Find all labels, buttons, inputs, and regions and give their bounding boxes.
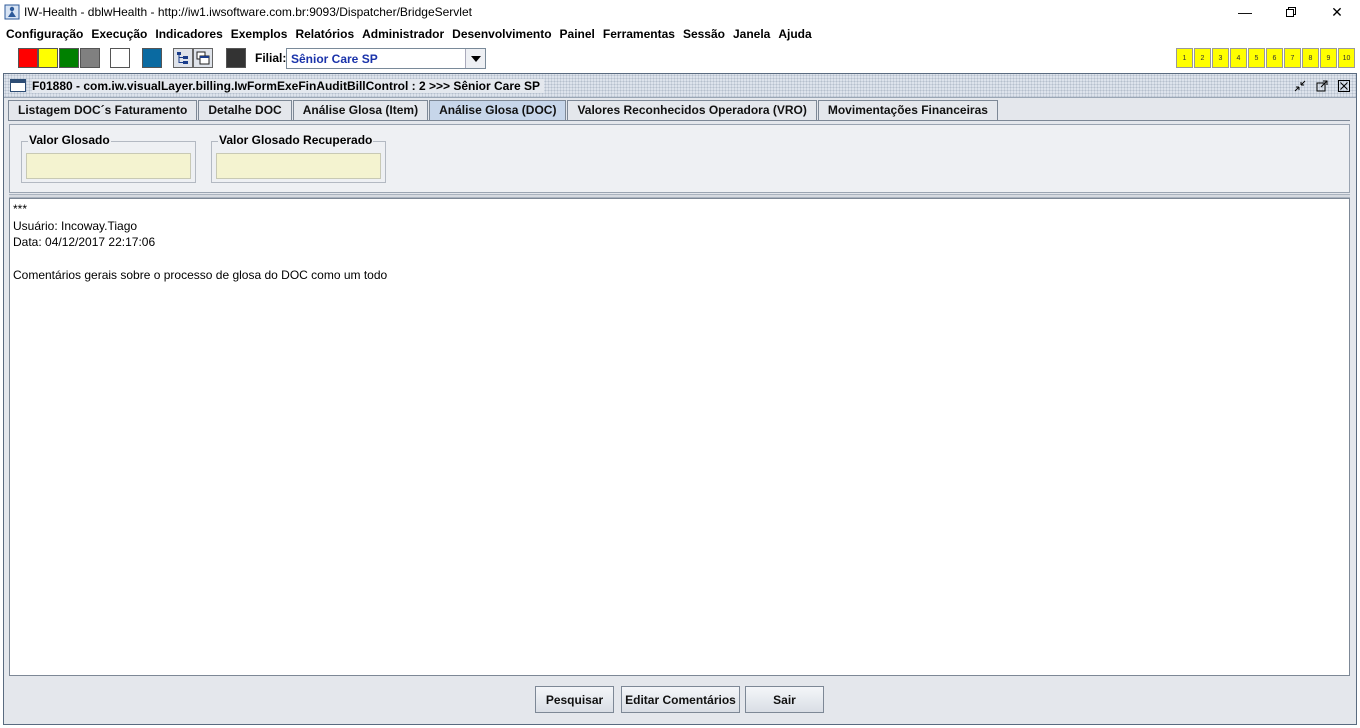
tab-divider: [8, 120, 1350, 121]
numbered-button-8[interactable]: 8: [1302, 48, 1319, 68]
close-icon[interactable]: ✕: [1314, 0, 1360, 24]
numbered-button-2[interactable]: 2: [1194, 48, 1211, 68]
valor-glosado-label: Valor Glosado: [28, 133, 111, 147]
menu-janela[interactable]: Janela: [729, 24, 774, 44]
tab-bar: Listagem DOC´s Faturamento Detalhe DOC A…: [8, 100, 999, 120]
comment-line: ***: [13, 202, 28, 216]
numbered-button-3[interactable]: 3: [1212, 48, 1229, 68]
cascade-windows-icon[interactable]: [193, 48, 213, 68]
maximize-frame-icon[interactable]: [1314, 78, 1330, 94]
valor-glosado-recuperado-label: Valor Glosado Recuperado: [218, 133, 374, 147]
pesquisar-button[interactable]: Pesquisar: [535, 686, 614, 713]
menu-configuracao[interactable]: Configuração: [2, 24, 87, 44]
tab-analise-glosa-doc[interactable]: Análise Glosa (DOC): [429, 100, 567, 120]
filial-dropdown[interactable]: Sênior Care SP: [286, 48, 486, 69]
filial-selected-value: Sênior Care SP: [291, 51, 378, 66]
menu-exemplos[interactable]: Exemplos: [227, 24, 292, 44]
menu-bar: Configuração Execução Indicadores Exempl…: [0, 24, 1360, 44]
window-title: IW-Health - dblwHealth - http://iw1.iwso…: [24, 5, 472, 19]
values-panel: Valor Glosado Valor Glosado Recuperado: [9, 124, 1350, 193]
menu-sessao[interactable]: Sessão: [679, 24, 729, 44]
tab-detalhe-doc[interactable]: Detalhe DOC: [198, 100, 292, 120]
minimize-icon[interactable]: —: [1222, 0, 1268, 24]
numbered-button-9[interactable]: 9: [1320, 48, 1337, 68]
menu-ajuda[interactable]: Ajuda: [774, 24, 815, 44]
toolbar: Filial: Sênior Care SP 1 2 3 4 5 6 7 8 9…: [0, 45, 1360, 71]
menu-ferramentas[interactable]: Ferramentas: [599, 24, 679, 44]
filial-label: Filial:: [255, 51, 287, 65]
restore-icon[interactable]: [1268, 0, 1314, 24]
menu-relatorios[interactable]: Relatórios: [291, 24, 358, 44]
tab-listagem-docs[interactable]: Listagem DOC´s Faturamento: [8, 100, 198, 120]
window-title-bar: IW-Health - dblwHealth - http://iw1.iwso…: [0, 0, 1360, 24]
green-swatch-button[interactable]: [59, 48, 79, 68]
valor-glosado-recuperado-field[interactable]: [216, 153, 381, 179]
valor-glosado-group: Valor Glosado: [21, 133, 196, 183]
menu-execucao[interactable]: Execução: [87, 24, 151, 44]
valor-glosado-field[interactable]: [26, 153, 191, 179]
comment-blank-line: ​: [13, 251, 1346, 268]
comment-date-line: Data: 04/12/2017 22:17:06: [13, 235, 156, 249]
minimize-frame-icon[interactable]: [1292, 78, 1308, 94]
menu-desenvolvimento[interactable]: Desenvolvimento: [448, 24, 555, 44]
numbered-button-1[interactable]: 1: [1176, 48, 1193, 68]
sair-button[interactable]: Sair: [745, 686, 824, 713]
gray-swatch-button[interactable]: [80, 48, 100, 68]
numbered-button-6[interactable]: 6: [1266, 48, 1283, 68]
button-bar: Pesquisar Editar Comentários Sair: [9, 679, 1350, 721]
menu-indicadores[interactable]: Indicadores: [151, 24, 226, 44]
blue-swatch-button[interactable]: [142, 48, 162, 68]
yellow-swatch-button[interactable]: [38, 48, 58, 68]
numbered-buttons: 1 2 3 4 5 6 7 8 9 10: [1176, 48, 1356, 68]
window-icon: [10, 79, 26, 92]
comments-textarea[interactable]: *** Usuário: Incoway.Tiago Data: 04/12/2…: [9, 198, 1350, 676]
dark-swatch-button[interactable]: [226, 48, 246, 68]
tab-analise-glosa-item[interactable]: Análise Glosa (Item): [292, 100, 429, 120]
numbered-button-10[interactable]: 10: [1338, 48, 1355, 68]
numbered-button-5[interactable]: 5: [1248, 48, 1265, 68]
frame-title: F01880 - com.iw.visualLayer.billing.IwFo…: [32, 79, 545, 93]
comment-body-line: Comentários gerais sobre o processo de g…: [13, 268, 388, 282]
red-swatch-button[interactable]: [18, 48, 38, 68]
chevron-down-icon[interactable]: [465, 49, 485, 68]
white-swatch-button[interactable]: [110, 48, 130, 68]
comment-user-line: Usuário: Incoway.Tiago: [13, 218, 138, 233]
numbered-button-4[interactable]: 4: [1230, 48, 1247, 68]
frame-title-bar[interactable]: F01880 - com.iw.visualLayer.billing.IwFo…: [4, 74, 1356, 98]
internal-frame: F01880 - com.iw.visualLayer.billing.IwFo…: [3, 73, 1357, 725]
tree-view-icon[interactable]: [173, 48, 193, 68]
tab-movimentacoes-financeiras[interactable]: Movimentações Financeiras: [817, 100, 998, 120]
editar-comentarios-button[interactable]: Editar Comentários: [621, 686, 740, 713]
numbered-button-7[interactable]: 7: [1284, 48, 1301, 68]
close-frame-icon[interactable]: [1336, 78, 1352, 94]
valor-glosado-recuperado-group: Valor Glosado Recuperado: [211, 133, 386, 183]
menu-administrador[interactable]: Administrador: [358, 24, 448, 44]
app-logo-icon: [4, 4, 20, 20]
tab-valores-reconhecidos[interactable]: Valores Reconhecidos Operadora (VRO): [567, 100, 817, 120]
menu-painel[interactable]: Painel: [556, 24, 599, 44]
